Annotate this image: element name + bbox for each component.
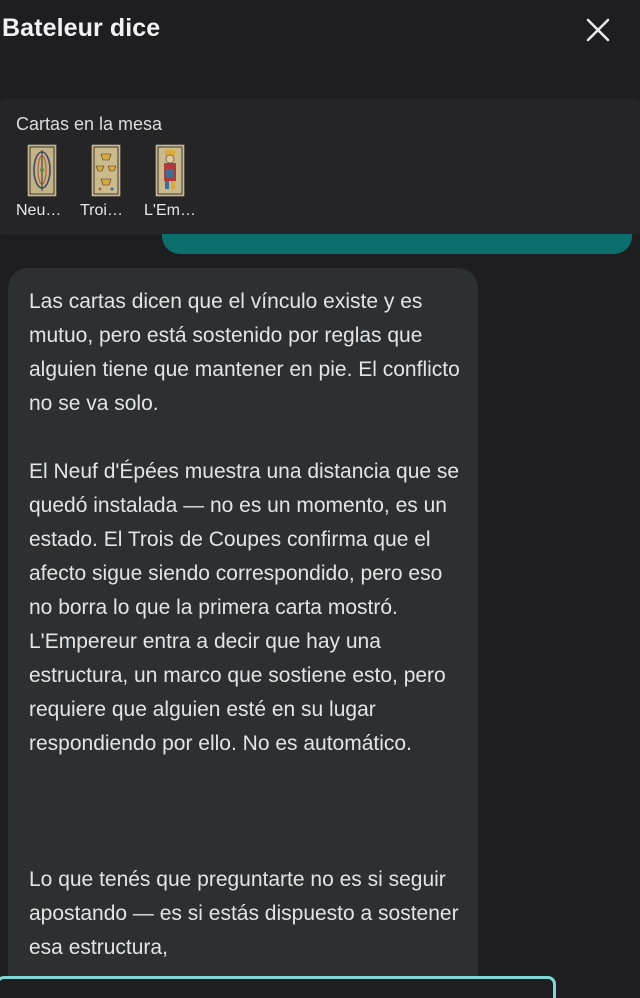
header: Bateleur dice bbox=[0, 0, 640, 70]
message-paragraph: Las cartas dicen que el vínculo existe y… bbox=[29, 290, 460, 415]
cards-on-table-panel: Cartas en la mesa Neu… Troi… L'Em… bbox=[0, 99, 640, 235]
card-image-cups bbox=[92, 145, 120, 196]
assistant-message-bubble: Las cartas dicen que el vínculo existe y… bbox=[8, 268, 478, 998]
card-label-neuf: Neu… bbox=[16, 202, 62, 219]
card-thumbnail-empereur[interactable] bbox=[155, 144, 185, 197]
card-thumbnail-neuf[interactable] bbox=[27, 144, 57, 197]
message-paragraph: Lo que tenés que preguntarte no es si se… bbox=[29, 868, 459, 959]
message-paragraph: El Neuf d'Épées muestra una distancia qu… bbox=[29, 460, 460, 755]
message-input[interactable] bbox=[0, 976, 556, 998]
user-message-bubble-edge bbox=[162, 234, 632, 254]
card-image-swords bbox=[28, 145, 56, 196]
card-image-emperor bbox=[156, 145, 184, 196]
close-button[interactable] bbox=[580, 12, 618, 50]
card-thumbnail-trois[interactable] bbox=[91, 144, 121, 197]
close-icon bbox=[586, 18, 610, 42]
card-label-trois: Troi… bbox=[80, 202, 123, 219]
cards-on-table-label: Cartas en la mesa bbox=[16, 114, 163, 134]
chat-screen: Bateleur dice Cartas en la mesa Neu… Tro… bbox=[0, 0, 640, 998]
card-label-empereur: L'Em… bbox=[144, 202, 196, 219]
page-title: Bateleur dice bbox=[2, 14, 161, 42]
